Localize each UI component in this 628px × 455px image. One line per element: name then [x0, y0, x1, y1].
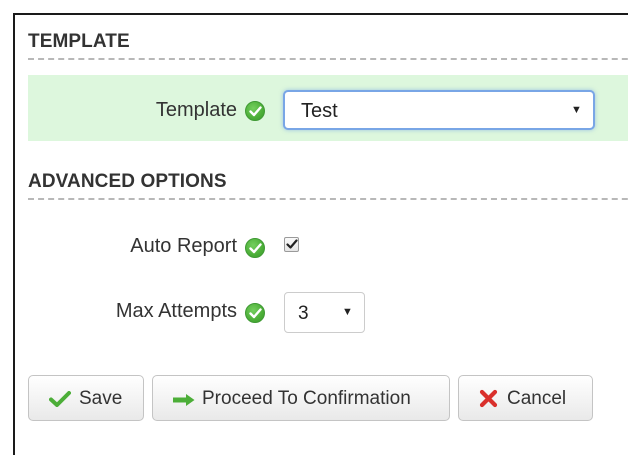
advanced-section-divider — [28, 198, 628, 200]
arrow-right-icon — [173, 394, 195, 406]
check-circle-icon — [245, 101, 265, 121]
auto-report-checkbox[interactable] — [284, 237, 299, 252]
chevron-down-icon: ▼ — [571, 104, 582, 116]
template-section-divider — [28, 58, 628, 60]
max-attempts-label: Max Attempts — [115, 300, 237, 322]
check-circle-icon — [245, 303, 265, 323]
checkmark-icon — [49, 391, 71, 407]
template-select[interactable]: Test ▼ — [283, 90, 595, 130]
template-select-value: Test — [301, 100, 338, 122]
proceed-to-confirmation-button[interactable]: Proceed To Confirmation — [152, 375, 450, 421]
x-icon — [479, 389, 498, 408]
chevron-down-icon: ▼ — [342, 306, 353, 318]
proceed-button-label: Proceed To Confirmation — [202, 388, 411, 409]
template-label: Template — [155, 99, 237, 121]
max-attempts-value: 3 — [298, 303, 309, 324]
cancel-button-label: Cancel — [507, 388, 567, 409]
auto-report-label: Auto Report — [130, 235, 237, 257]
max-attempts-select[interactable]: 3 ▼ — [284, 292, 365, 333]
save-button[interactable]: Save — [28, 375, 144, 421]
check-circle-icon — [245, 238, 265, 258]
save-button-label: Save — [79, 388, 123, 409]
template-section-heading: TEMPLATE — [28, 31, 130, 52]
cancel-button[interactable]: Cancel — [458, 375, 593, 421]
advanced-options-heading: ADVANCED OPTIONS — [28, 171, 227, 192]
form-panel: TEMPLATE Template Test ▼ ADVANCED OPTION… — [13, 13, 628, 455]
